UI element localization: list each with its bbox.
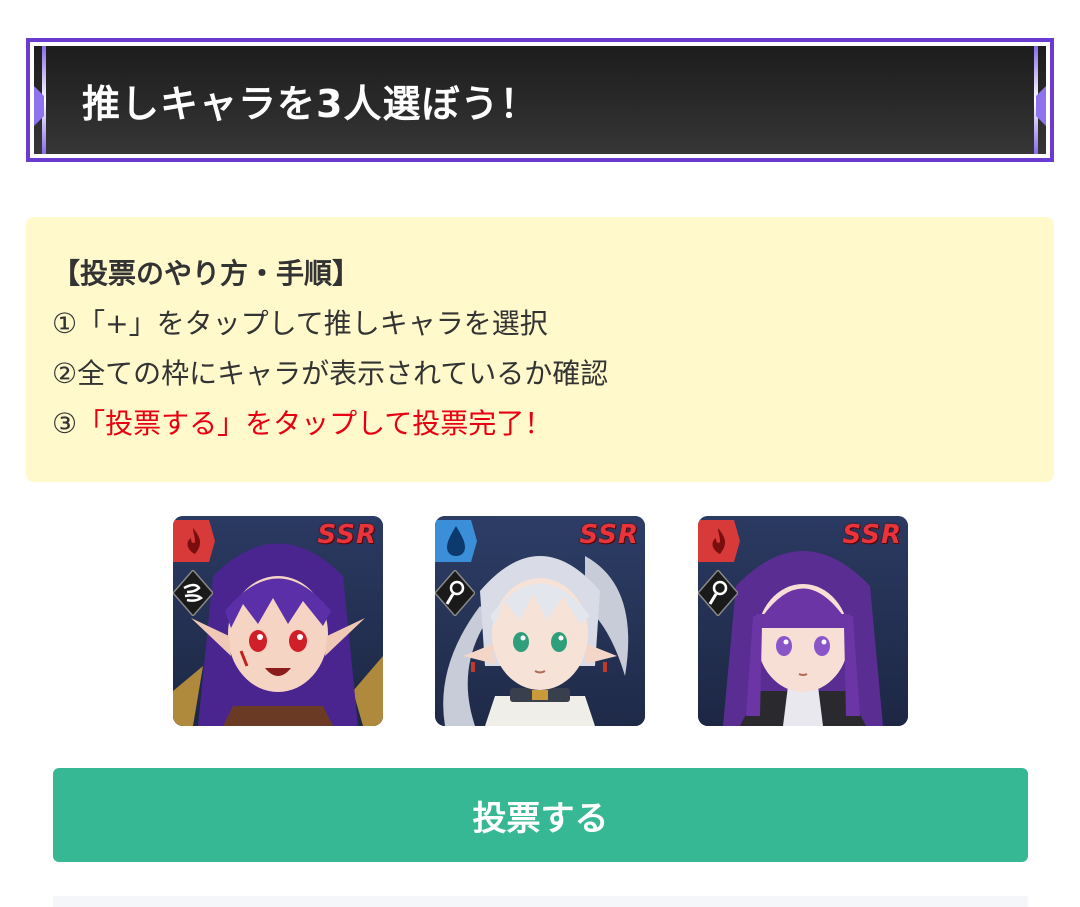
- banner-panel: 推しキャラを3人選ぼう！: [34, 46, 1046, 154]
- rarity-badge: SSR: [842, 520, 902, 550]
- instruction-step-3-number: ③: [52, 407, 78, 440]
- section-banner: 推しキャラを3人選ぼう！: [26, 38, 1054, 162]
- instruction-step-3: ③「投票する」をタップして投票完了！: [52, 407, 1028, 441]
- staff-icon: [435, 570, 475, 616]
- instruction-step-1: ①「+」をタップして推しキャラを選択: [52, 307, 548, 340]
- vote-button[interactable]: 投票する: [53, 768, 1028, 862]
- character-slot-2[interactable]: SSR: [435, 516, 645, 726]
- rarity-badge: SSR: [579, 520, 639, 550]
- character-slot-1[interactable]: SSR: [173, 516, 383, 726]
- instructions-box: 【投票のやり方・手順】 ①「+」をタップして推しキャラを選択 ②全ての枠にキャラ…: [26, 217, 1054, 482]
- vote-page: 推しキャラを3人選ぼう！ 【投票のやり方・手順】 ①「+」をタップして推しキャラ…: [0, 0, 1080, 907]
- instructions-heading: 【投票のやり方・手順】: [52, 257, 361, 290]
- next-section-edge: [53, 896, 1028, 907]
- fire-icon: [173, 520, 215, 562]
- fire-icon: [698, 520, 740, 562]
- character-slot-3[interactable]: SSR: [698, 516, 908, 726]
- wind-icon: [173, 570, 213, 616]
- character-slots: SSR SSR SSR: [0, 516, 1080, 726]
- instruction-step-3-text: 「投票する」をタップして投票完了！: [77, 407, 553, 440]
- staff-icon: [698, 570, 738, 616]
- rarity-badge: SSR: [317, 520, 377, 550]
- water-icon: [435, 520, 477, 562]
- page-title: 推しキャラを3人選ぼう！: [82, 81, 539, 126]
- instruction-step-2: ②全ての枠にキャラが表示されているか確認: [52, 357, 609, 390]
